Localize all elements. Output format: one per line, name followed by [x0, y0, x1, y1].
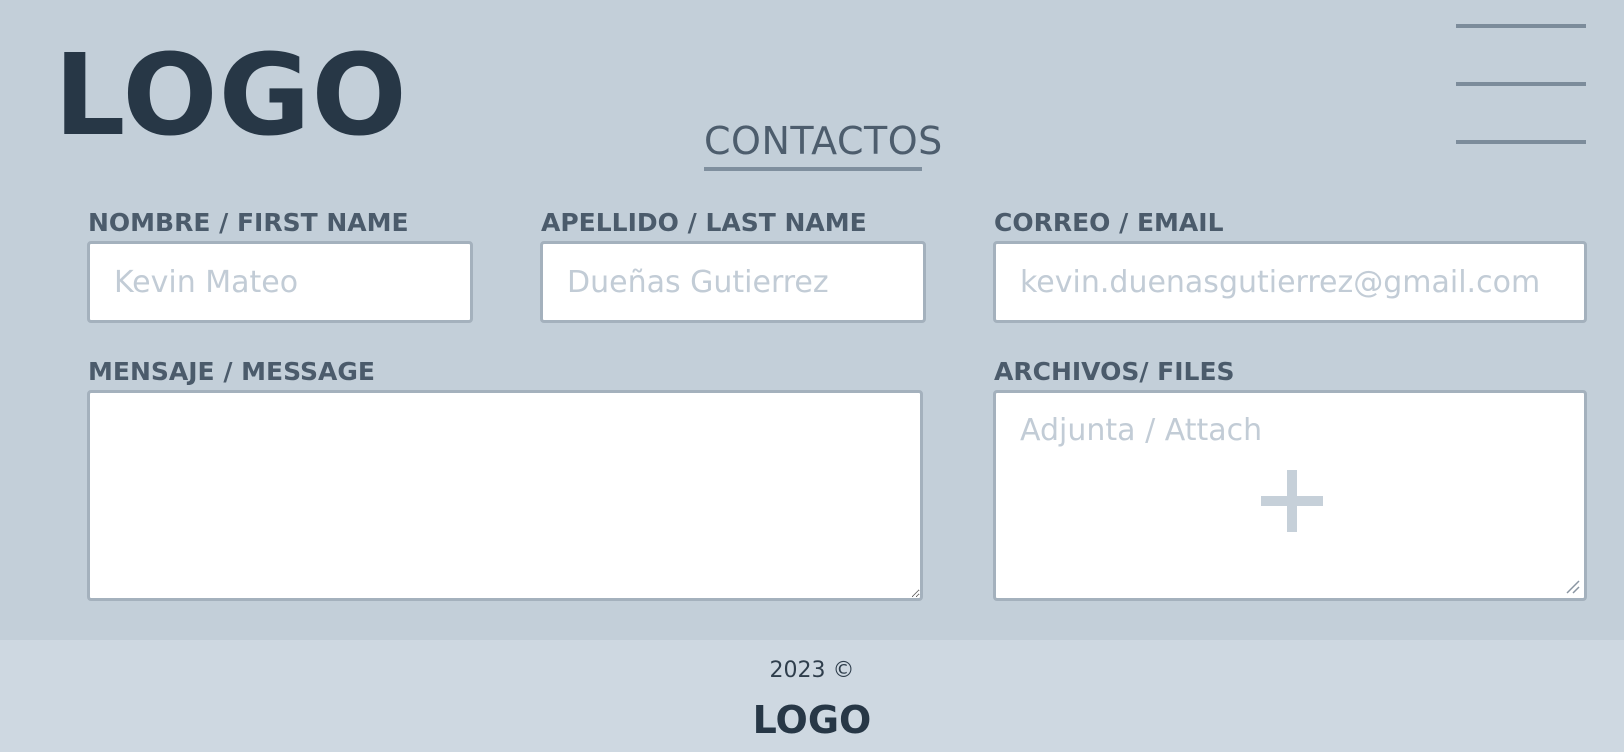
menu-bar-top: [1456, 24, 1586, 28]
message-textarea[interactable]: [87, 390, 923, 601]
first-name-label: NOMBRE / FIRST NAME: [88, 208, 409, 237]
header-logo[interactable]: LOGO: [54, 40, 408, 152]
page-title-underline: [704, 167, 922, 171]
first-name-input[interactable]: [87, 241, 473, 323]
message-label: MENSAJE / MESSAGE: [88, 357, 375, 386]
attach-files-dropzone[interactable]: Adjunta / Attach: [993, 390, 1587, 601]
page-title: CONTACTOS: [704, 119, 943, 163]
last-name-input[interactable]: [540, 241, 926, 323]
email-label: CORREO / EMAIL: [994, 208, 1224, 237]
last-name-label: APELLIDO / LAST NAME: [541, 208, 867, 237]
menu-bar-bottom: [1456, 140, 1586, 144]
plus-icon[interactable]: [1261, 470, 1323, 532]
footer-logo[interactable]: LOGO: [0, 698, 1624, 742]
attach-placeholder: Adjunta / Attach: [1020, 413, 1263, 448]
footer-copyright: 2023 ©: [769, 658, 855, 683]
resize-grip-icon[interactable]: [1563, 577, 1581, 595]
hamburger-menu-icon[interactable]: [1456, 24, 1586, 148]
menu-bar-middle: [1456, 82, 1586, 86]
email-input[interactable]: [993, 241, 1587, 323]
footer: 2023 © LOGO: [0, 640, 1624, 752]
files-label: ARCHIVOS/ FILES: [994, 357, 1235, 386]
